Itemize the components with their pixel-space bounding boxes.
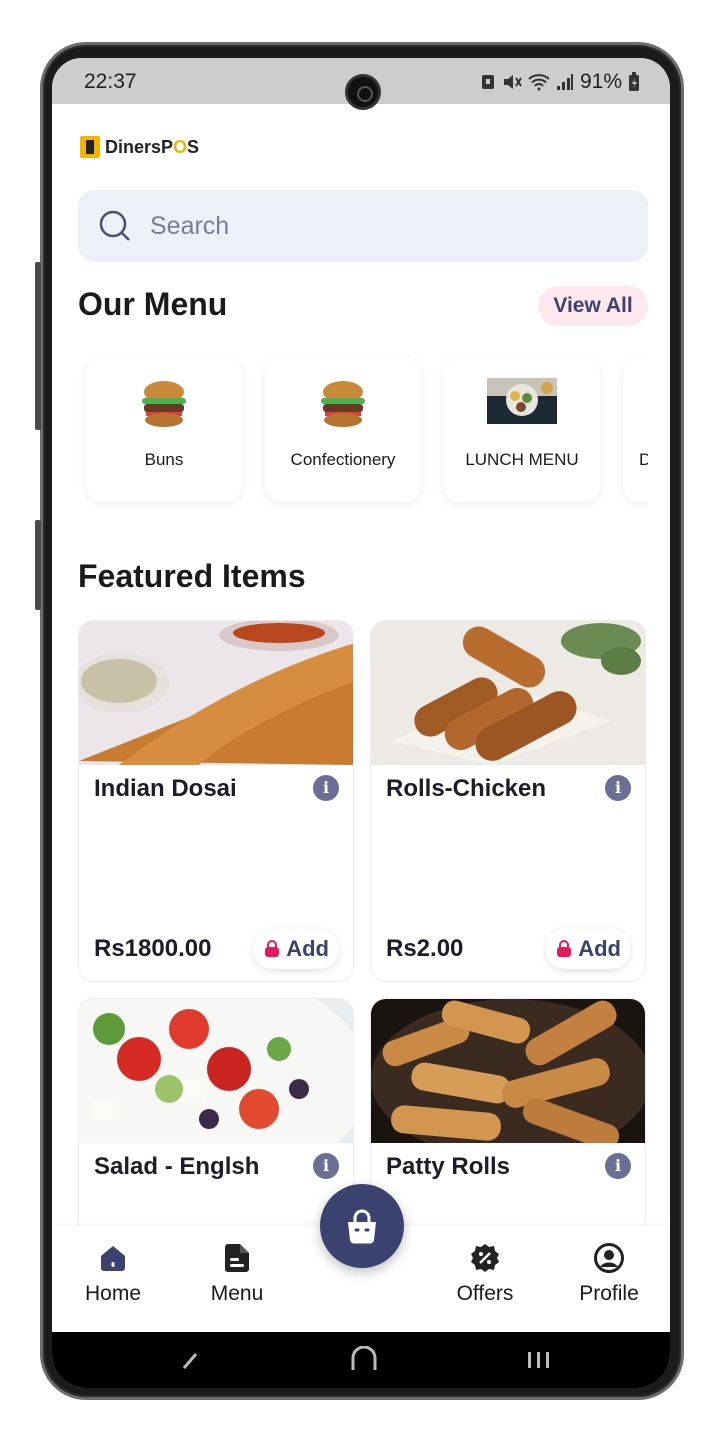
product-name: Rolls-Chicken [386, 775, 547, 802]
info-icon[interactable]: i [605, 1153, 631, 1179]
product-price: Rs1800.00 [94, 935, 212, 962]
logo-text-o: O [173, 136, 188, 157]
volume-button [35, 262, 41, 430]
dosai-image [79, 621, 353, 765]
category-label: LUNCH MENU [465, 450, 579, 469]
search-input[interactable] [150, 211, 610, 241]
category-card-partial[interactable]: D [623, 358, 648, 502]
back-icon[interactable] [178, 1348, 202, 1372]
battery-icon [629, 72, 639, 91]
product-card-salad-englsh[interactable]: Salad - Englsh i [78, 998, 354, 1258]
nav-profile[interactable]: Profile [559, 1240, 659, 1306]
status-icons: 91% [480, 70, 640, 94]
rolls-chicken-image [371, 621, 645, 765]
featured-items-title: Featured Items [78, 558, 306, 594]
product-name: Salad - Englsh [94, 1153, 260, 1180]
product-card-indian-dosai[interactable]: Indian Dosai i Rs1800.00 Add [78, 620, 354, 982]
stage: 22:37 91% DinersPOS Our Menu View All [0, 0, 720, 1440]
nav-offers[interactable]: Offers [435, 1240, 535, 1306]
recents-icon[interactable] [526, 1348, 552, 1370]
power-button [35, 520, 41, 610]
logo-text-end: S [187, 136, 200, 157]
info-icon[interactable]: i [313, 1153, 339, 1179]
nav-label: Menu [210, 1282, 264, 1305]
battery-percent: 91% [579, 70, 622, 93]
product-name: Patty Rolls [386, 1153, 511, 1180]
signal-icon [556, 74, 573, 90]
product-name: Indian Dosai [94, 775, 237, 802]
nav-home[interactable]: Home [63, 1240, 163, 1306]
nav-menu[interactable]: Menu [187, 1240, 287, 1306]
offers-icon [471, 1244, 499, 1272]
home-icon [101, 1246, 125, 1271]
nav-label: Home [84, 1282, 142, 1305]
category-carousel[interactable]: Buns Confectionery LUNCH MENU D [78, 346, 648, 518]
category-label: D [639, 450, 648, 469]
home-nav-icon[interactable] [350, 1346, 378, 1372]
search-bar[interactable] [78, 190, 648, 262]
info-icon[interactable]: i [313, 775, 339, 801]
patty-rolls-image [371, 999, 645, 1143]
logo-text: DinersP [105, 136, 174, 157]
system-nav-bar [52, 1332, 670, 1388]
our-menu-title: Our Menu [78, 286, 228, 322]
product-card-rolls-chicken[interactable]: Rolls-Chicken i Rs2.00 Add [370, 620, 646, 982]
add-to-cart-button[interactable]: Add [253, 929, 339, 969]
nav-label: Offers [456, 1282, 514, 1305]
add-to-cart-button[interactable]: Add [545, 929, 631, 969]
cart-fab-button[interactable] [320, 1184, 404, 1268]
category-label: Buns [144, 450, 184, 469]
wifi-icon [528, 74, 550, 91]
screen: 22:37 91% DinersPOS Our Menu View All [52, 58, 670, 1388]
category-card-lunch-menu[interactable]: LUNCH MENU [444, 358, 600, 502]
bag-icon [265, 940, 280, 957]
product-card-patty-rolls[interactable]: Patty Rolls i [370, 998, 646, 1258]
bag-icon [348, 1209, 376, 1244]
bag-icon [557, 940, 572, 957]
product-price: Rs2.00 [386, 935, 464, 962]
add-label: Add [578, 936, 621, 961]
burger-image [321, 381, 365, 427]
category-card-confectionery[interactable]: Confectionery [265, 358, 421, 502]
status-time: 22:37 [84, 70, 137, 93]
view-all-button[interactable]: View All [538, 286, 648, 326]
mute-icon [503, 75, 522, 89]
storage-icon [481, 75, 494, 89]
nav-label: Profile [579, 1282, 639, 1305]
profile-icon [594, 1243, 624, 1273]
info-icon[interactable]: i [605, 775, 631, 801]
logo-mark-icon [80, 136, 100, 158]
category-card-buns[interactable]: Buns [86, 358, 242, 502]
front-camera [345, 74, 381, 110]
category-label: Confectionery [290, 450, 396, 469]
menu-icon [225, 1244, 249, 1272]
burger-image [142, 381, 186, 427]
salad-image [79, 999, 353, 1143]
add-label: Add [286, 936, 329, 961]
lunch-plate-image [487, 378, 557, 424]
app-logo: DinersPOS [80, 136, 199, 158]
search-icon [99, 210, 130, 241]
